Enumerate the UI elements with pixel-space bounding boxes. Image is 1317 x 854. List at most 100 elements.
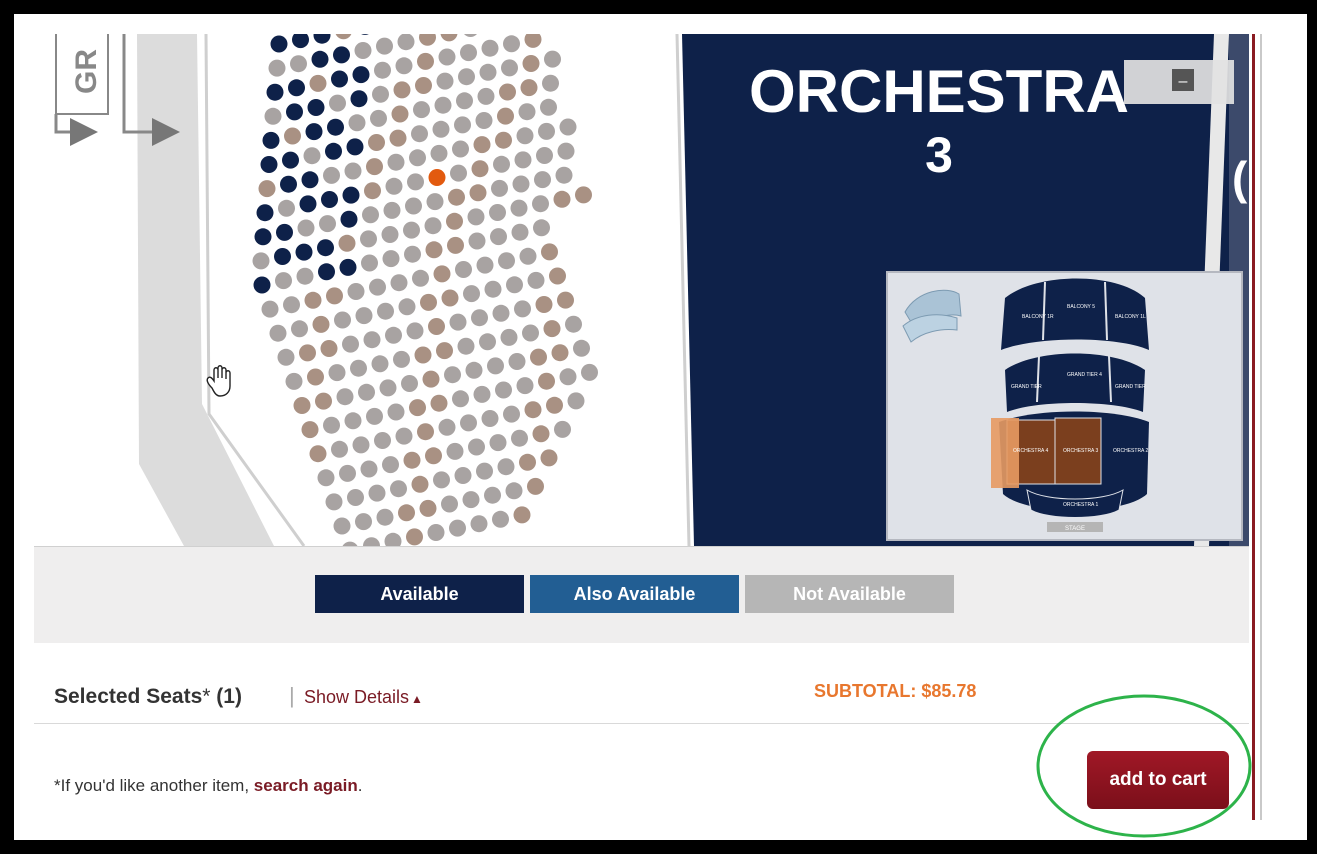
seat[interactable]: [468, 232, 486, 250]
seat[interactable]: [446, 212, 463, 230]
seat[interactable]: [513, 506, 531, 524]
seat[interactable]: [331, 70, 348, 88]
seat[interactable]: [313, 34, 331, 44]
seat[interactable]: [505, 482, 523, 500]
seat[interactable]: [362, 206, 379, 224]
seat[interactable]: [311, 50, 329, 68]
seat[interactable]: [543, 320, 561, 338]
seat[interactable]: [500, 328, 518, 346]
seat[interactable]: [360, 460, 378, 478]
seat[interactable]: [557, 291, 574, 309]
seat[interactable]: [424, 217, 442, 235]
seat[interactable]: [479, 63, 497, 81]
seat[interactable]: [350, 359, 367, 377]
seat[interactable]: [518, 103, 536, 121]
seat[interactable]: [319, 215, 336, 233]
seat[interactable]: [391, 105, 409, 123]
seat[interactable]: [340, 210, 358, 228]
seat[interactable]: [467, 208, 485, 226]
seat[interactable]: [326, 287, 343, 305]
seat[interactable]: [398, 298, 416, 316]
seat[interactable]: [533, 219, 550, 237]
seat[interactable]: [425, 241, 443, 259]
seat[interactable]: [317, 469, 335, 487]
seat[interactable]: [352, 66, 370, 84]
seat[interactable]: [463, 285, 480, 303]
seat[interactable]: [540, 98, 557, 116]
seat[interactable]: [469, 184, 487, 202]
seat[interactable]: [535, 296, 553, 313]
seat[interactable]: [321, 191, 338, 208]
seat[interactable]: [490, 228, 507, 246]
seat[interactable]: [352, 436, 370, 454]
seat[interactable]: [551, 344, 569, 362]
seat[interactable]: [285, 372, 303, 390]
seat[interactable]: [559, 118, 577, 136]
seat[interactable]: [487, 357, 504, 375]
seat[interactable]: [277, 348, 295, 366]
seat[interactable]: [452, 140, 469, 158]
seat[interactable]: [433, 265, 451, 283]
seat[interactable]: [254, 228, 272, 246]
seat[interactable]: [455, 261, 472, 278]
seat[interactable]: [333, 517, 351, 535]
seat[interactable]: [541, 243, 558, 261]
seat[interactable]: [538, 122, 555, 140]
seat[interactable]: [454, 467, 472, 484]
seat[interactable]: [266, 83, 284, 101]
seat[interactable]: [355, 307, 373, 325]
seat[interactable]: [446, 442, 464, 460]
seat[interactable]: [449, 519, 466, 537]
seat[interactable]: [390, 480, 407, 498]
seat[interactable]: [274, 248, 291, 265]
seat[interactable]: [372, 85, 389, 103]
seat[interactable]: [403, 451, 421, 469]
seat[interactable]: [489, 204, 506, 221]
seat[interactable]: [398, 504, 415, 522]
seat[interactable]: [462, 34, 479, 37]
seat[interactable]: [270, 35, 288, 53]
seat[interactable]: [457, 337, 475, 355]
seat[interactable]: [323, 166, 340, 184]
seat[interactable]: [325, 493, 343, 511]
seat[interactable]: [538, 372, 555, 390]
seat[interactable]: [481, 410, 499, 427]
seat[interactable]: [422, 370, 440, 388]
seat[interactable]: [318, 263, 335, 281]
seat[interactable]: [377, 302, 394, 320]
seat[interactable]: [497, 458, 515, 476]
seat[interactable]: [414, 346, 432, 364]
seat[interactable]: [338, 234, 356, 252]
seat[interactable]: [363, 331, 381, 349]
seat[interactable]: [307, 99, 325, 116]
seat[interactable]: [320, 340, 338, 357]
seat[interactable]: [406, 528, 423, 546]
seat[interactable]: [262, 131, 280, 149]
seat[interactable]: [477, 87, 495, 105]
seat[interactable]: [264, 107, 282, 125]
seat[interactable]: [575, 186, 592, 204]
seat[interactable]: [522, 324, 539, 342]
seat[interactable]: [301, 171, 319, 189]
seat[interactable]: [492, 510, 509, 528]
seat[interactable]: [387, 403, 405, 421]
seat[interactable]: [403, 221, 420, 239]
seat[interactable]: [514, 300, 531, 318]
seat[interactable]: [333, 46, 350, 64]
seat[interactable]: [374, 432, 391, 449]
seat[interactable]: [376, 37, 393, 55]
seat[interactable]: [301, 421, 319, 439]
seat[interactable]: [440, 34, 458, 42]
seat[interactable]: [441, 289, 459, 307]
seat[interactable]: [291, 320, 308, 338]
seat[interactable]: [519, 453, 536, 471]
seat[interactable]: [417, 423, 434, 441]
seat[interactable]: [419, 34, 436, 46]
seat[interactable]: [304, 291, 322, 309]
seat[interactable]: [258, 180, 276, 198]
seat[interactable]: [473, 136, 491, 154]
seat[interactable]: [554, 420, 571, 438]
seat[interactable]: [350, 90, 368, 108]
seat[interactable]: [370, 109, 387, 127]
seat[interactable]: [465, 361, 483, 379]
